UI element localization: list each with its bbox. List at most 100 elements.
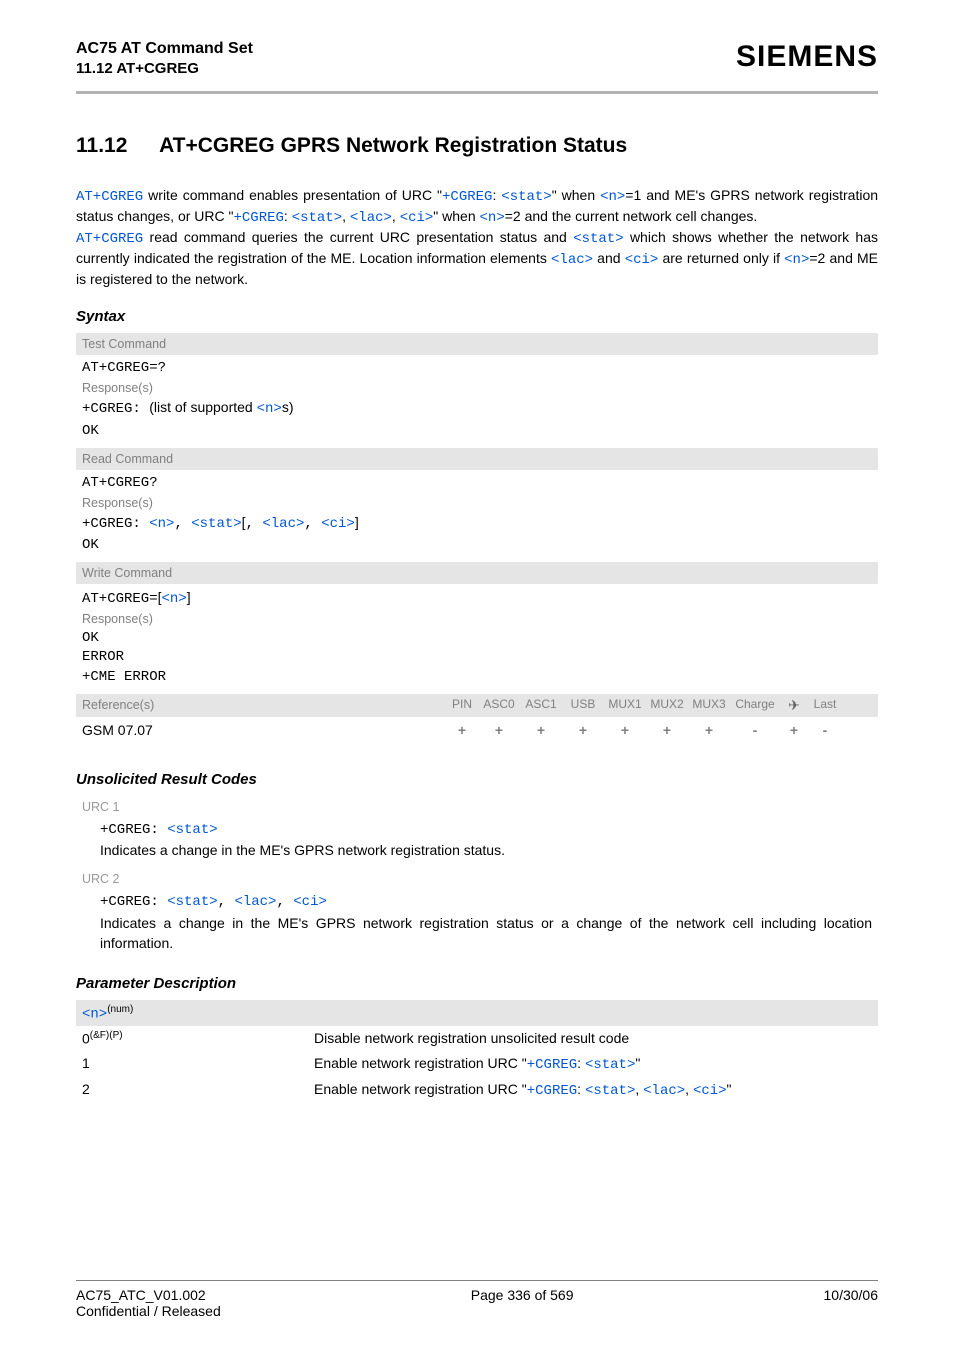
param-link-n[interactable]: <n> bbox=[480, 210, 505, 226]
val-mux2: + bbox=[646, 722, 688, 738]
param-link-stat[interactable]: <stat> bbox=[585, 1057, 635, 1073]
param-link-stat[interactable]: <stat> bbox=[501, 189, 551, 205]
param-link-n[interactable]: <n> bbox=[149, 516, 174, 532]
param-sup: (num) bbox=[107, 1004, 133, 1015]
col-asc0: ASC0 bbox=[478, 697, 520, 714]
section-number: 11.12 bbox=[76, 134, 154, 158]
urc-link[interactable]: +CGREG bbox=[442, 189, 492, 205]
val-charge: - bbox=[730, 722, 780, 738]
parameter-table: <n>(num) 0(&F)(P) Disable network regist… bbox=[76, 1000, 878, 1103]
col-pin: PIN bbox=[446, 697, 478, 714]
response-label: Response(s) bbox=[76, 610, 878, 626]
param-link-stat[interactable]: <stat> bbox=[573, 231, 623, 247]
urc1-body: +CGREG: <stat> Indicates a change in the… bbox=[76, 814, 878, 861]
airplane-icon: ✈ bbox=[788, 697, 800, 714]
footer-date: 10/30/06 bbox=[824, 1287, 879, 1319]
reference-values: + + + + + + + - + - bbox=[446, 722, 842, 738]
footer-divider bbox=[76, 1280, 878, 1281]
doc-section-ref: 11.12 AT+CGREG bbox=[76, 60, 253, 77]
footer-page: Page 336 of 569 bbox=[221, 1287, 824, 1319]
param-link-ci[interactable]: <ci> bbox=[321, 516, 355, 532]
param-link-n[interactable]: <n> bbox=[257, 401, 282, 417]
param-key: 0(&F)(P) bbox=[82, 1030, 314, 1047]
param-link-lac[interactable]: <lac> bbox=[350, 210, 392, 226]
param-link-lac[interactable]: <lac> bbox=[234, 894, 276, 910]
reference-label: Reference(s) bbox=[82, 698, 446, 712]
test-command-label: Test Command bbox=[76, 333, 878, 355]
param-link-ci[interactable]: <ci> bbox=[693, 1083, 727, 1099]
param-value: Enable network registration URC "+CGREG:… bbox=[314, 1081, 872, 1099]
section-description: AT+CGREG write command enables presentat… bbox=[76, 186, 878, 288]
urc2-label: URC 2 bbox=[76, 872, 878, 886]
urc2-desc: Indicates a change in the ME's GPRS netw… bbox=[100, 915, 872, 951]
val-mux3: + bbox=[688, 722, 730, 738]
param-link-ci[interactable]: <ci> bbox=[400, 210, 434, 226]
urc1-desc: Indicates a change in the ME's GPRS netw… bbox=[100, 842, 505, 858]
param-link-n[interactable]: <n> bbox=[82, 1006, 107, 1022]
param-value: Disable network registration unsolicited… bbox=[314, 1030, 872, 1047]
param-key: 2 bbox=[82, 1081, 314, 1099]
footer-row: AC75_ATC_V01.002 Confidential / Released… bbox=[76, 1287, 878, 1319]
header-divider bbox=[76, 91, 878, 94]
ok-text: OK bbox=[82, 630, 99, 646]
urc1-label: URC 1 bbox=[76, 800, 878, 814]
col-mux3: MUX3 bbox=[688, 697, 730, 714]
reference-value-label: GSM 07.07 bbox=[82, 722, 446, 738]
val-pin: + bbox=[446, 722, 478, 738]
param-link-ci[interactable]: <ci> bbox=[625, 252, 659, 268]
syntax-heading: Syntax bbox=[76, 308, 878, 325]
col-mux1: MUX1 bbox=[604, 697, 646, 714]
col-asc1: ASC1 bbox=[520, 697, 562, 714]
param-link-stat[interactable]: <stat> bbox=[191, 516, 241, 532]
urc-heading: Unsolicited Result Codes bbox=[76, 771, 878, 788]
syntax-block: Test Command AT+CGREG=? Response(s) +CGR… bbox=[76, 333, 878, 742]
col-mux2: MUX2 bbox=[646, 697, 688, 714]
val-mux1: + bbox=[604, 722, 646, 738]
val-last: - bbox=[808, 722, 842, 738]
read-command: AT+CGREG? bbox=[76, 470, 878, 494]
doc-version: AC75_ATC_V01.002 bbox=[76, 1287, 206, 1303]
param-row-2: 2 Enable network registration URC "+CGRE… bbox=[76, 1077, 878, 1103]
cmd-link[interactable]: AT+CGREG bbox=[76, 231, 143, 247]
ok-text: OK bbox=[82, 537, 99, 553]
param-key: 1 bbox=[82, 1055, 314, 1073]
param-link-lac[interactable]: <lac> bbox=[643, 1083, 685, 1099]
urc2-body: +CGREG: <stat>, <lac>, <ci> Indicates a … bbox=[76, 886, 878, 953]
param-value: Enable network registration URC "+CGREG:… bbox=[314, 1055, 872, 1073]
reference-value-row: GSM 07.07 + + + + + + + - + - bbox=[76, 717, 878, 743]
param-sup: (&F)(P) bbox=[90, 1030, 123, 1041]
error-text: ERROR bbox=[82, 649, 124, 665]
urc-link[interactable]: +CGREG bbox=[527, 1057, 577, 1073]
param-link-lac[interactable]: <lac> bbox=[262, 516, 304, 532]
param-link-ci[interactable]: <ci> bbox=[293, 894, 327, 910]
urc-link[interactable]: +CGREG bbox=[233, 210, 283, 226]
read-response: +CGREG: <n>, <stat>[, <lac>, <ci>] OK bbox=[76, 510, 878, 562]
val-asc1: + bbox=[520, 722, 562, 738]
param-row-0: 0(&F)(P) Disable network registration un… bbox=[76, 1026, 878, 1051]
param-link-stat[interactable]: <stat> bbox=[585, 1083, 635, 1099]
cmd-link[interactable]: AT+CGREG bbox=[76, 189, 143, 205]
param-link-lac[interactable]: <lac> bbox=[551, 252, 593, 268]
test-response: +CGREG: (list of supported <n>s) OK bbox=[76, 395, 878, 447]
param-link-n[interactable]: <n> bbox=[162, 591, 187, 607]
doc-title: AC75 AT Command Set bbox=[76, 40, 253, 58]
param-link-n[interactable]: <n> bbox=[784, 252, 809, 268]
val-airplane: + bbox=[780, 722, 808, 738]
reference-columns: PIN ASC0 ASC1 USB MUX1 MUX2 MUX3 Charge … bbox=[446, 697, 842, 714]
section-title: AT+CGREG GPRS Network Registration Statu… bbox=[159, 134, 627, 157]
read-command-label: Read Command bbox=[76, 448, 878, 470]
header-left: AC75 AT Command Set 11.12 AT+CGREG bbox=[76, 40, 253, 77]
param-link-n[interactable]: <n> bbox=[600, 189, 625, 205]
brand-logo: SIEMENS bbox=[736, 40, 878, 74]
page-header: AC75 AT Command Set 11.12 AT+CGREG SIEME… bbox=[76, 40, 878, 77]
section-heading: 11.12 AT+CGREG GPRS Network Registration… bbox=[76, 134, 878, 158]
param-link-stat[interactable]: <stat> bbox=[292, 210, 342, 226]
col-last: Last bbox=[808, 697, 842, 714]
val-usb: + bbox=[562, 722, 604, 738]
param-row-1: 1 Enable network registration URC "+CGRE… bbox=[76, 1051, 878, 1077]
urc-link[interactable]: +CGREG bbox=[527, 1083, 577, 1099]
params-heading: Parameter Description bbox=[76, 975, 878, 992]
param-link-stat[interactable]: <stat> bbox=[167, 822, 217, 838]
ok-text: OK bbox=[82, 423, 99, 439]
param-link-stat[interactable]: <stat> bbox=[167, 894, 217, 910]
